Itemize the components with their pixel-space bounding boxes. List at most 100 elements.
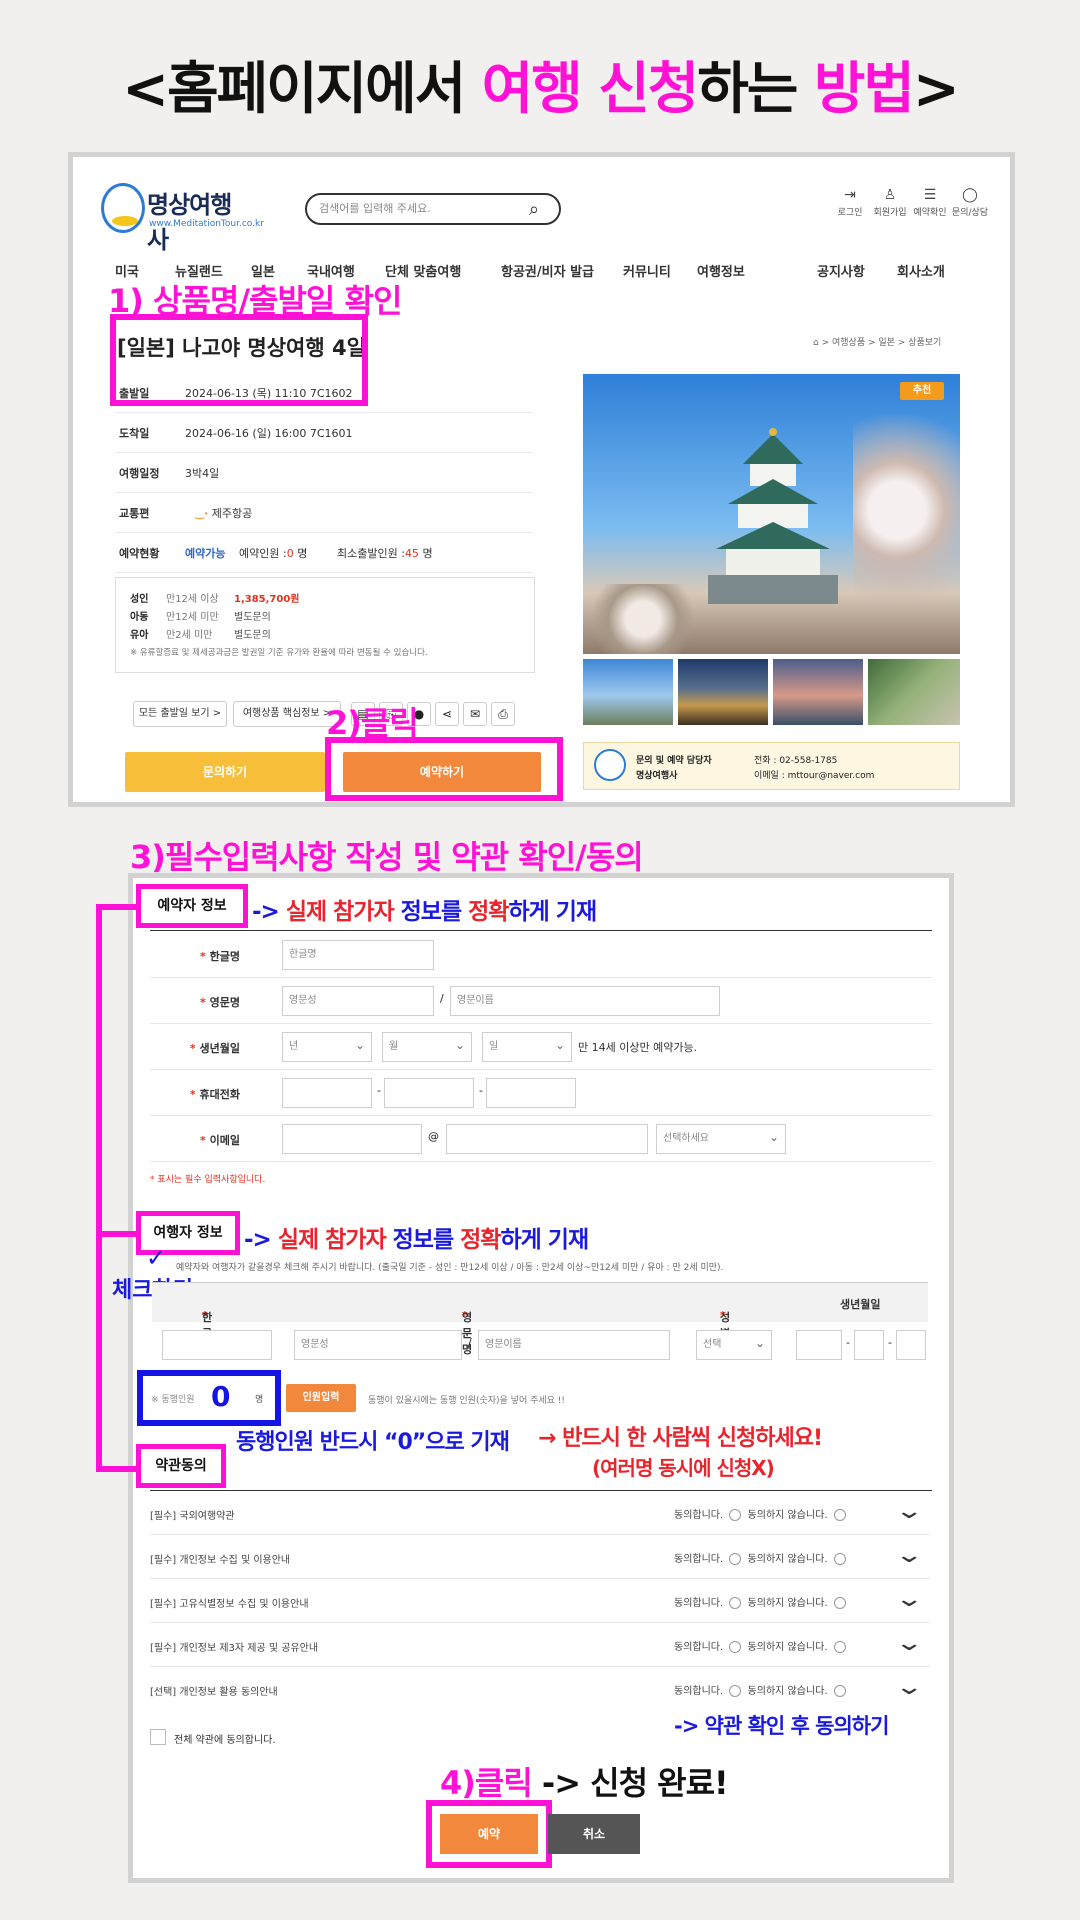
top-link-login[interactable]: ⇥ 로그인 [830,187,870,218]
disagree-radio[interactable] [833,1509,846,1521]
phone-input-3[interactable] [486,1078,576,1108]
search-icon[interactable]: ⌕ [529,199,539,220]
agree-radio[interactable] [729,1553,742,1565]
infant-price: 별도문의 [234,630,271,641]
top-link-label: 로그인 [837,208,863,218]
terms-row: [필수] 국외여행약관 동의합니다. 동의하지 않습니다. ⌄ [150,1491,930,1535]
disagree-radio[interactable] [833,1685,846,1697]
no-group-note: (여러명 동시에 신청X) [592,1456,775,1480]
guide-title-prefix: <홈페이지에서 [122,57,482,122]
agree-radio[interactable] [729,1509,742,1521]
menu-item-ticket-visa[interactable]: 항공권/비자 발급 [501,261,594,280]
chat-icon: ◯ [962,187,978,203]
terms-confirm-note: -> 약관 확인 후 동의하기 [674,1714,889,1738]
step-2-highlight-box [325,737,563,801]
thumbnail-castle[interactable] [583,659,673,725]
divider [150,930,932,931]
core-info-button[interactable]: 여행상품 핵심정보 > [233,701,341,727]
companion-input-button[interactable]: 인원입력 [286,1384,356,1412]
airline-icon: ‿· [195,507,209,520]
search-placeholder: 검색어를 입력해 주세요. [319,202,431,215]
traveler-first-name-input[interactable]: 영문이름 [478,1330,670,1360]
top-link-inquiry[interactable]: ◯ 문의/상담 [950,187,990,218]
mail-icon[interactable]: ✉ [463,702,487,726]
agree-all-checkbox[interactable] [150,1729,166,1745]
traveler-last-name-input[interactable]: 영문성 [294,1330,462,1360]
step-1-highlight-box [110,314,368,406]
terms-item-title: [필수] 국외여행약관 [150,1511,235,1522]
traveler-annotation: -> 실제 참가자 정보를 정확하게 기재 [244,1227,589,1253]
logo-mascot-icon [101,183,145,233]
terms-row: [필수] 개인정보 제3자 제공 및 공유안내 동의합니다. 동의하지 않습니다… [150,1623,930,1667]
print-icon[interactable]: ⎙ [491,702,515,726]
chevron-down-icon[interactable]: ⌄ [894,1675,924,1700]
top-link-label: 문의/상담 [951,208,989,218]
korean-name-input[interactable]: 한글명 [282,940,434,970]
menu-item-travel-info[interactable]: 여행정보 [697,261,745,280]
birth-year-select[interactable]: 년 [282,1031,372,1062]
all-dates-button[interactable]: 모든 출발일 보기 > [133,701,227,727]
cancel-button[interactable]: 취소 [548,1814,640,1854]
traveler-birth-day-input[interactable] [896,1330,926,1360]
disagree-radio[interactable] [833,1641,846,1653]
terms-item-title: [필수] 고유식별정보 수집 및 이용안내 [150,1599,309,1610]
guide-title: <홈페이지에서 여행 신청하는 방법> [0,44,1080,125]
traveler-gender-select[interactable]: 선택 [696,1329,772,1360]
chevron-down-icon[interactable]: ⌄ [894,1499,924,1524]
share-icon[interactable]: ⋖ [435,702,459,726]
contact-logo-icon [594,749,626,781]
phone-input-1[interactable] [282,1078,372,1108]
agree-radio[interactable] [729,1641,742,1653]
price-age: 만2세 미만 [166,630,213,641]
blossom-branch [853,414,960,654]
traveler-birth-month-input[interactable] [854,1330,884,1360]
english-name-row: * 영문명 영문성 / 영문이름 [150,978,932,1024]
top-link-reservation[interactable]: ☰ 예약확인 [910,187,950,218]
first-name-input[interactable]: 영문이름 [450,986,720,1016]
chevron-down-icon[interactable]: ⌄ [894,1631,924,1656]
birth-day-select[interactable]: 일 [482,1031,572,1062]
traveler-korean-name-input[interactable] [162,1330,272,1360]
thumbnail-shrine[interactable] [678,659,768,725]
last-name-input[interactable]: 영문성 [282,986,434,1016]
phone-input-2[interactable] [384,1078,474,1108]
bracket-line [96,904,136,910]
email-domain-select[interactable]: 선택하세요 [656,1123,786,1154]
menu-item-community[interactable]: 커뮤니티 [623,261,671,280]
top-link-signup[interactable]: ♙ 회원가입 [870,187,910,218]
arrival-value: 2024-06-16 (일) 16:00 7C1601 [185,427,353,440]
thumbnail-sunset[interactable] [773,659,863,725]
inquiry-button[interactable]: 문의하기 [125,752,325,792]
price-note: ※ 유류할증료 및 제세공과금은 발권일 기준 유가와 환율에 따라 변동될 수… [130,648,428,658]
site-logo[interactable]: 명상여행사 www.MeditationTour.co.kr [101,179,264,254]
terms-row: [필수] 고유식별정보 수집 및 이용안내 동의합니다. 동의하지 않습니다. … [150,1579,930,1623]
menu-item-company[interactable]: 회사소개 [897,261,945,280]
one-person-note: → 반드시 한 사람씩 신청하세요! [538,1426,823,1451]
disagree-radio[interactable] [833,1597,846,1609]
product-page-screenshot: 명상여행사 www.MeditationTour.co.kr 검색어를 입력해 … [68,152,1015,807]
traveler-input-row: 영문성 / 영문이름 선택 - - [150,1322,932,1368]
chevron-down-icon[interactable]: ⌄ [894,1587,924,1612]
booker-section-title: 예약자 정보 [136,884,248,928]
companion-highlight-box: ※ 동행인원 0 명 [137,1370,281,1426]
email-domain-input[interactable] [446,1124,648,1154]
traveler-birth-year-input[interactable] [796,1330,842,1360]
menu-item-notice[interactable]: 공지사항 [817,261,865,280]
companion-count-input[interactable]: 0 [211,1380,230,1413]
thumbnail-forest-path[interactable] [868,659,960,725]
guide-title-highlight-2: 방법 [813,57,915,122]
birth-note: 만 14세 이상만 예약가능. [578,1041,698,1054]
email-id-input[interactable] [282,1124,422,1154]
agree-radio[interactable] [729,1685,742,1697]
disagree-radio[interactable] [833,1553,846,1565]
chevron-down-icon[interactable]: ⌄ [894,1543,924,1568]
agree-radio[interactable] [729,1597,742,1609]
submit-reservation-button[interactable]: 예약 [440,1814,538,1854]
birth-month-select[interactable]: 월 [382,1031,472,1062]
search-input[interactable]: 검색어를 입력해 주세요. [305,193,561,225]
booker-annotation: -> 실제 참가자 정보를 정확하게 기재 [252,899,597,925]
guide-title-highlight-1: 여행 신청 [481,57,700,122]
price-box: 성인 만12세 이상 1,385,700원 아동 만12세 미만 별도문의 유아… [115,577,535,673]
terms-section-title: 약관동의 [136,1444,226,1488]
companion-label: ※ 동행인원 [151,1395,195,1405]
